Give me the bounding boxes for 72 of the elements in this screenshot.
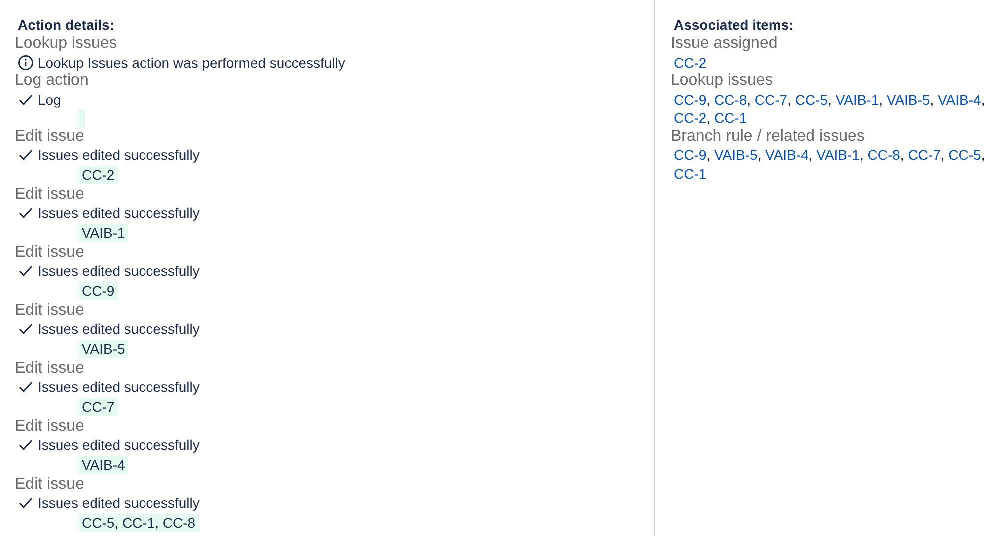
- issue-keys: CC-5, CC-1, CC-8: [79, 514, 199, 532]
- comma: ,: [828, 92, 832, 108]
- issue-link[interactable]: CC-7: [908, 147, 941, 163]
- comma: ,: [860, 147, 864, 163]
- comma: ,: [940, 147, 945, 163]
- issue-link[interactable]: CC-7: [754, 92, 788, 108]
- comma: ,: [900, 147, 904, 163]
- issue-link[interactable]: CC-2: [674, 110, 707, 126]
- comma: ,: [788, 92, 792, 108]
- issue-link[interactable]: VAIB-1: [836, 92, 880, 108]
- action-message: Issues edited successfully: [38, 378, 200, 396]
- issue-link[interactable]: CC-1: [674, 166, 707, 182]
- comma: ,: [808, 147, 813, 163]
- check-icon: [18, 380, 34, 394]
- issue-keys: CC-9: [79, 282, 118, 300]
- issue-link[interactable]: CC-9: [674, 92, 707, 108]
- comma: ,: [930, 92, 934, 108]
- comma: ,: [706, 110, 711, 126]
- action-message: Issues edited successfully: [38, 146, 200, 164]
- action-message: Issues edited successfully: [38, 320, 200, 338]
- comma: ,: [706, 147, 711, 163]
- check-icon: [18, 438, 34, 452]
- action-title: Edit issue: [15, 418, 86, 436]
- group-title: Branch rule / related issues: [671, 128, 866, 146]
- issue-link[interactable]: VAIB-4: [766, 147, 809, 163]
- info-icon: [18, 54, 34, 71]
- issue-link[interactable]: CC-5: [948, 147, 982, 163]
- action-title: Lookup issues: [15, 35, 118, 54]
- issue-link[interactable]: VAIB-4: [938, 92, 982, 108]
- section-heading: Associated items:: [674, 16, 795, 35]
- issue-keys: CC-7: [79, 398, 118, 416]
- check-icon: [18, 322, 34, 336]
- issue-link[interactable]: CC-5: [795, 92, 828, 108]
- check-icon: [18, 496, 34, 510]
- issue-link[interactable]: VAIB-5: [714, 147, 758, 163]
- comma: ,: [706, 92, 711, 108]
- issue-link[interactable]: CC-8: [868, 147, 900, 163]
- check-icon: [18, 148, 34, 162]
- issue-keys: VAIB-5: [79, 340, 128, 358]
- comma: ,: [758, 147, 762, 163]
- action-title: Edit issue: [15, 244, 86, 262]
- comma: ,: [981, 92, 986, 108]
- action-title: Edit issue: [15, 476, 86, 494]
- action-message: Lookup Issues action was performed successfully: [38, 54, 346, 72]
- action-message: Log: [38, 90, 62, 109]
- comma: ,: [981, 147, 986, 163]
- action-message: Issues edited successfully: [38, 494, 200, 512]
- action-title: Edit issue: [15, 128, 86, 146]
- comma: ,: [879, 92, 884, 108]
- issue-link[interactable]: VAIB-5: [886, 92, 930, 108]
- action-title: Edit issue: [15, 302, 86, 320]
- group-title: Issue assigned: [671, 35, 779, 54]
- check-icon: [18, 264, 34, 278]
- action-message: Issues edited successfully: [38, 436, 200, 454]
- issue-keys: VAIB-4: [79, 456, 128, 474]
- comma: ,: [747, 92, 752, 108]
- action-title: Edit issue: [15, 360, 86, 378]
- issue-keys: CC-2: [79, 166, 118, 184]
- issue-link[interactable]: CC-1: [714, 110, 748, 126]
- check-icon: [18, 206, 34, 220]
- section-heading: Action details:: [18, 16, 116, 35]
- action-title: Edit issue: [15, 186, 86, 204]
- action-title: Log action: [15, 72, 90, 90]
- issue-link[interactable]: CC-2: [674, 54, 707, 70]
- check-icon: [18, 92, 34, 107]
- issue-link[interactable]: CC-8: [714, 92, 748, 108]
- action-message: Issues edited successfully: [38, 262, 200, 280]
- issue-keys: VAIB-1: [79, 224, 128, 242]
- issue-link[interactable]: CC-9: [674, 147, 707, 163]
- action-message: Issues edited successfully: [38, 204, 200, 222]
- group-title: Lookup issues: [671, 72, 774, 90]
- issue-link[interactable]: VAIB-1: [816, 147, 860, 163]
